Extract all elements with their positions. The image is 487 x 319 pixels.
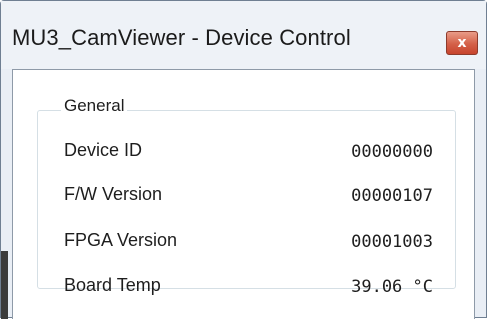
board-temp-label: Board Temp <box>64 275 161 295</box>
fw-version-label: F/W Version <box>64 184 163 204</box>
fpga-version-value: 00001003 <box>351 232 433 252</box>
device-control-window: MU3_CamViewer - Device Control x General… <box>0 0 487 319</box>
device-id-label: Device ID <box>64 140 143 160</box>
fpga-version-label: FPGA Version <box>64 230 178 250</box>
title-bar[interactable]: MU3_CamViewer - Device Control x <box>1 1 486 69</box>
window-title: MU3_CamViewer - Device Control <box>12 25 351 50</box>
close-icon: x <box>457 35 467 51</box>
device-id-value: 00000000 <box>351 142 433 162</box>
close-button[interactable]: x <box>446 31 478 55</box>
general-group-title: General <box>61 95 128 117</box>
left-frame-edge <box>1 251 8 319</box>
board-temp-value: 39.06 °C <box>351 277 433 297</box>
fw-version-value: 00000107 <box>351 186 433 206</box>
